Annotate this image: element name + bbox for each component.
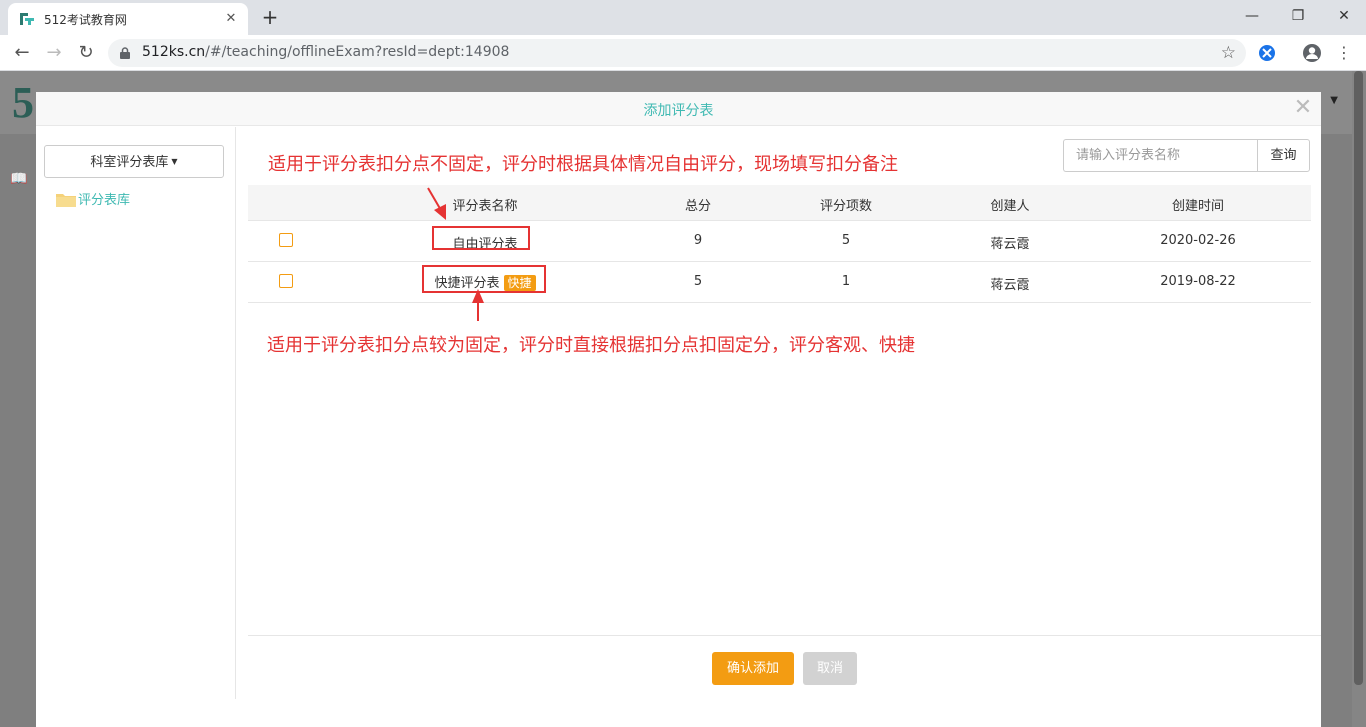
page-scrollbar[interactable] (1352, 71, 1366, 727)
user-menu-caret-icon[interactable]: ▼ (1330, 95, 1338, 106)
app-logo: 5 (12, 78, 34, 127)
confirm-add-button[interactable]: 确认添加 (712, 652, 794, 685)
minimize-button[interactable]: — (1229, 4, 1275, 28)
modal-close-icon[interactable]: ✕ (1291, 96, 1315, 120)
annotation-free-note: 适用于评分表扣分点不固定，评分时根据具体情况自由评分，现场填写扣分备注 (268, 154, 898, 175)
library-dropdown-label: 科室评分表库 (90, 155, 169, 170)
browser-toolbar: ← → ↻ 512ks.cn/#/teaching/offlineExam?re… (0, 35, 1366, 71)
tab-close-icon[interactable]: ✕ (222, 10, 240, 28)
annotation-fast-note: 适用于评分表扣分点较为固定，评分时直接根据扣分点扣固定分，评分客观、快捷 (267, 335, 915, 356)
caret-down-icon: ▼ (171, 157, 178, 166)
table-header: 评分表名称 总分 评分项数 创建人 创建时间 (248, 185, 1311, 221)
row-checkbox[interactable] (279, 233, 293, 247)
tab-title: 512考试教育网 (44, 13, 127, 27)
browser-tabbar: 512考试教育网 ✕ + — ❐ ✕ (0, 0, 1366, 35)
table-row[interactable]: 自由评分表 9 5 蒋云霞 2020-02-26 (248, 221, 1311, 262)
address-bar[interactable]: 512ks.cn/#/teaching/offlineExam?resId=de… (108, 39, 1246, 67)
cancel-button[interactable]: 取消 (803, 652, 857, 685)
column-header-creator: 创建人 (990, 199, 1030, 214)
row-total: 9 (693, 233, 703, 248)
row-items: 1 (841, 274, 851, 289)
row-checkbox[interactable] (279, 274, 293, 288)
modal-header: 添加评分表 ✕ (36, 92, 1321, 126)
row-creator: 蒋云霞 (990, 237, 1030, 252)
window-close-button[interactable]: ✕ (1321, 4, 1366, 28)
site-favicon-icon (20, 13, 34, 25)
forward-arrow-icon[interactable]: → (40, 39, 68, 67)
scrollbar-thumb[interactable] (1354, 71, 1363, 685)
footer-divider (248, 635, 1321, 636)
search-input[interactable] (1063, 139, 1259, 172)
column-header-total: 总分 (684, 199, 711, 214)
annotation-arrow-down-icon (427, 187, 446, 220)
profile-avatar-icon[interactable] (1301, 42, 1323, 64)
annotation-box-free (432, 226, 530, 250)
column-header-items: 评分项数 (819, 199, 872, 214)
url-text: 512ks.cn/#/teaching/offlineExam?resId=de… (142, 44, 510, 60)
modal-title: 添加评分表 (643, 103, 714, 119)
row-created: 2020-02-26 (1160, 233, 1236, 248)
folder-item-score-library[interactable]: 评分表库 (56, 189, 131, 208)
bookmark-star-icon[interactable]: ☆ (1221, 42, 1236, 64)
new-tab-button[interactable]: + (258, 6, 282, 30)
library-dropdown[interactable]: 科室评分表库 ▼ (44, 145, 224, 178)
row-total: 5 (693, 274, 703, 289)
browser-tab[interactable]: 512考试教育网 ✕ (8, 3, 248, 35)
row-items: 5 (841, 233, 851, 248)
extension-icon[interactable] (1256, 42, 1278, 64)
row-created: 2019-08-22 (1160, 274, 1236, 289)
annotation-arrow-up-icon (472, 289, 484, 321)
back-arrow-icon[interactable]: ← (8, 39, 36, 67)
reload-icon[interactable]: ↻ (72, 39, 100, 67)
folder-icon (56, 194, 76, 207)
lock-icon (120, 47, 130, 59)
restore-button[interactable]: ❐ (1275, 4, 1321, 28)
library-sidebar: 科室评分表库 ▼ 评分表库 (36, 127, 236, 699)
column-header-name: 评分表名称 (452, 199, 518, 214)
table-row[interactable]: 快捷评分表 快捷 5 1 蒋云霞 2019-08-22 (248, 262, 1311, 303)
book-icon: 📖 (10, 171, 28, 187)
add-score-sheet-modal: 添加评分表 ✕ 科室评分表库 ▼ 评分表库 适用于评分表扣分点不固定，评分时根据具… (36, 92, 1321, 727)
search-button[interactable]: 查询 (1257, 139, 1310, 172)
folder-label: 评分表库 (78, 193, 131, 208)
column-header-created: 创建时间 (1171, 199, 1224, 214)
row-creator: 蒋云霞 (990, 278, 1030, 293)
browser-menu-icon[interactable]: ⋮ (1330, 39, 1358, 67)
